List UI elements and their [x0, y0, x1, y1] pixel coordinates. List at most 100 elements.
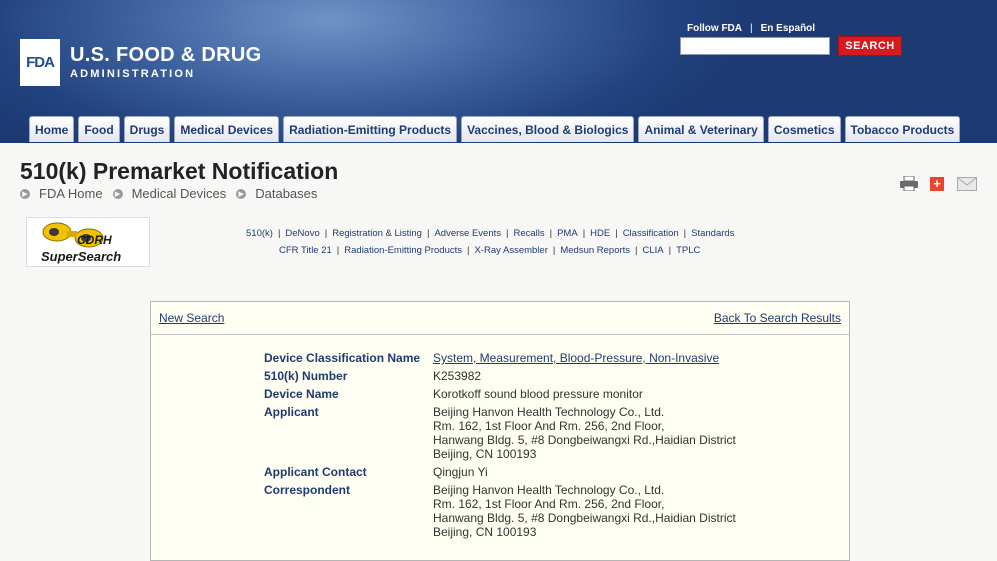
cdrh-supersearch-logo[interactable]: CDRH SuperSearch — [26, 217, 150, 267]
detail-row: Device Name Korotkoff sound blood pressur… — [264, 387, 736, 401]
breadcrumb-label: Databases — [255, 186, 318, 201]
detail-label: Device Name — [264, 387, 339, 401]
link-separator: | — [635, 245, 638, 256]
detail-value-line: Rm. 162, 1st Floor And Rm. 256, 2nd Floo… — [433, 497, 665, 511]
nav-tab-medical-devices[interactable]: Medical Devices — [174, 116, 280, 142]
logo-sub-text: ADMINISTRATION — [70, 67, 196, 80]
panel-toolbar: New Search Back To Search Results — [151, 302, 849, 335]
detail-value: Korotkoff sound blood pressure monitor — [433, 387, 643, 401]
en-espanol-link[interactable]: En Español — [761, 23, 815, 34]
detail-value-line: Beijing, CN 100193 — [433, 525, 537, 539]
detail-value: Beijing Hanvon Health Technology Co., Lt… — [433, 405, 736, 461]
database-link[interactable]: Classification — [623, 228, 679, 239]
detail-value-line: K253982 — [433, 369, 482, 383]
link-separator: | — [615, 228, 618, 239]
database-links-row1: 510(k) | DeNovo | Registration & Listing | Adv… — [246, 228, 734, 239]
envelope-icon[interactable] — [957, 176, 977, 191]
detail-row: Correspondent Beijing Hanvon Health Techn… — [264, 483, 736, 539]
nav-tab-drugs[interactable]: Drugs — [123, 116, 171, 142]
nav-tab-cosmetics[interactable]: Cosmetics — [767, 116, 841, 142]
breadcrumb-item[interactable]: ▶ Medical Devices — [112, 186, 227, 201]
cdrh-logo-line1: CDRH — [77, 233, 112, 247]
database-link[interactable]: CLIA — [643, 245, 664, 256]
link-separator: | — [552, 245, 556, 256]
breadcrumb-label: Medical Devices — [131, 186, 227, 201]
nav-tab-radiation-emitting-products[interactable]: Radiation-Emitting Products — [283, 116, 458, 142]
detail-row: Device Classification Name System, Measur… — [264, 351, 736, 365]
nav-tab-food[interactable]: Food — [78, 116, 120, 142]
detail-row: Applicant Contact Qingjun Yi — [264, 465, 736, 479]
fda-logo-text: U.S. FOOD & DRUG ADMINISTRATION — [70, 44, 261, 82]
link-separator: | — [336, 245, 340, 256]
follow-fda-link[interactable]: Follow FDA — [687, 23, 742, 34]
detail-row: 510(k) Number K253982 — [264, 369, 736, 383]
classification-link[interactable]: System, Measurement, Blood-Pressure, Non… — [433, 351, 719, 365]
link-separator: | — [582, 228, 586, 239]
database-link[interactable]: HDE — [590, 228, 610, 239]
database-link[interactable]: Adverse Events — [434, 228, 501, 239]
detail-label: Applicant — [264, 405, 319, 419]
database-link[interactable]: DeNovo — [285, 228, 319, 239]
top-link-separator: | — [750, 23, 753, 34]
database-link[interactable]: 510(k) — [246, 228, 273, 239]
database-links-row2: CFR Title 21 | Radiation-Emitting Products… — [279, 245, 700, 256]
fda-logo-box: FDA — [20, 39, 60, 86]
nav-tab-animal-veterinary[interactable]: Animal & Veterinary — [638, 116, 764, 142]
detail-value-line: Hanwang Bldg. 5, #8 Dongbeiwangxi Rd.,Ha… — [433, 433, 736, 447]
detail-value: Qingjun Yi — [433, 465, 488, 479]
device-details: Device Classification Name System, Measur… — [264, 351, 736, 543]
database-link[interactable]: TPLC — [676, 245, 700, 256]
search-button[interactable]: SEARCH — [838, 36, 902, 56]
chevron-right-icon: ▶ — [20, 188, 30, 199]
detail-value-line: Qingjun Yi — [433, 465, 488, 479]
nav-tab-vaccines-blood-biologics[interactable]: Vaccines, Blood & Biologics — [461, 116, 635, 142]
detail-row: Applicant Beijing Hanvon Health Technolog… — [264, 405, 736, 461]
back-to-results-link[interactable]: Back To Search Results — [714, 311, 841, 325]
breadcrumb-item[interactable]: ▶ FDA Home — [20, 186, 103, 201]
link-separator: | — [549, 228, 553, 239]
detail-value: System, Measurement, Blood-Pressure, Non… — [433, 351, 719, 365]
printer-icon[interactable] — [900, 176, 918, 191]
nav-tab-home[interactable]: Home — [29, 116, 75, 142]
link-separator: | — [683, 228, 687, 239]
database-link[interactable]: PMA — [557, 228, 578, 239]
database-link[interactable]: Registration & Listing — [332, 228, 422, 239]
detail-label: Applicant Contact — [264, 465, 367, 479]
detail-value-line: Beijing Hanvon Health Technology Co., Lt… — [433, 483, 665, 497]
detail-value-line: Rm. 162, 1st Floor And Rm. 256, 2nd Floo… — [433, 419, 665, 433]
detail-value-line: Korotkoff sound blood pressure monitor — [433, 387, 643, 401]
detail-label: Correspondent — [264, 483, 351, 497]
search-input[interactable] — [680, 37, 830, 55]
database-link[interactable]: Recalls — [513, 228, 544, 239]
link-separator: | — [426, 228, 430, 239]
detail-value-line: Beijing Hanvon Health Technology Co., Lt… — [433, 405, 665, 419]
cdrh-logo-line2: SuperSearch — [41, 249, 122, 264]
result-panel: New Search Back To Search Results Device… — [150, 301, 850, 561]
main-nav: Home Food Drugs Medical Devices Radiation-Em… — [29, 116, 964, 143]
detail-label: Device Classification Name — [264, 351, 421, 365]
detail-value-line: Beijing, CN 100193 — [433, 447, 537, 461]
new-search-link[interactable]: New Search — [159, 311, 224, 325]
site-header: FDA U.S. FOOD & DRUG ADMINISTRATION Foll… — [0, 0, 997, 143]
top-links: Follow FDA | En Español — [687, 23, 815, 34]
link-separator: | — [324, 228, 328, 239]
page-title: 510(k) Premarket Notification — [20, 158, 339, 184]
detail-label: 510(k) Number — [264, 369, 348, 383]
plus-icon[interactable]: + — [930, 176, 944, 191]
breadcrumb-item[interactable]: ▶ Databases — [236, 186, 317, 201]
chevron-right-icon: ▶ — [112, 188, 123, 199]
nav-tab-tobacco-products[interactable]: Tobacco Products — [844, 116, 961, 142]
link-separator: | — [277, 228, 281, 239]
link-separator: | — [506, 228, 509, 239]
database-link[interactable]: Medsun Reports — [560, 245, 630, 256]
database-link[interactable]: Standards — [691, 228, 734, 239]
database-link[interactable]: CFR Title 21 — [279, 245, 332, 256]
fda-logo[interactable]: FDA U.S. FOOD & DRUG ADMINISTRATION — [20, 39, 261, 86]
breadcrumb: ▶ FDA Home ▶ Medical Devices ▶ Databases — [20, 186, 327, 201]
breadcrumb-label: FDA Home — [39, 186, 103, 201]
chevron-right-icon: ▶ — [236, 188, 247, 199]
database-link[interactable]: X-Ray Assembler — [474, 245, 547, 256]
database-link[interactable]: Radiation-Emitting Products — [344, 245, 462, 256]
link-separator: | — [467, 245, 470, 256]
logo-main-text: U.S. FOOD & DRUG — [70, 43, 262, 66]
